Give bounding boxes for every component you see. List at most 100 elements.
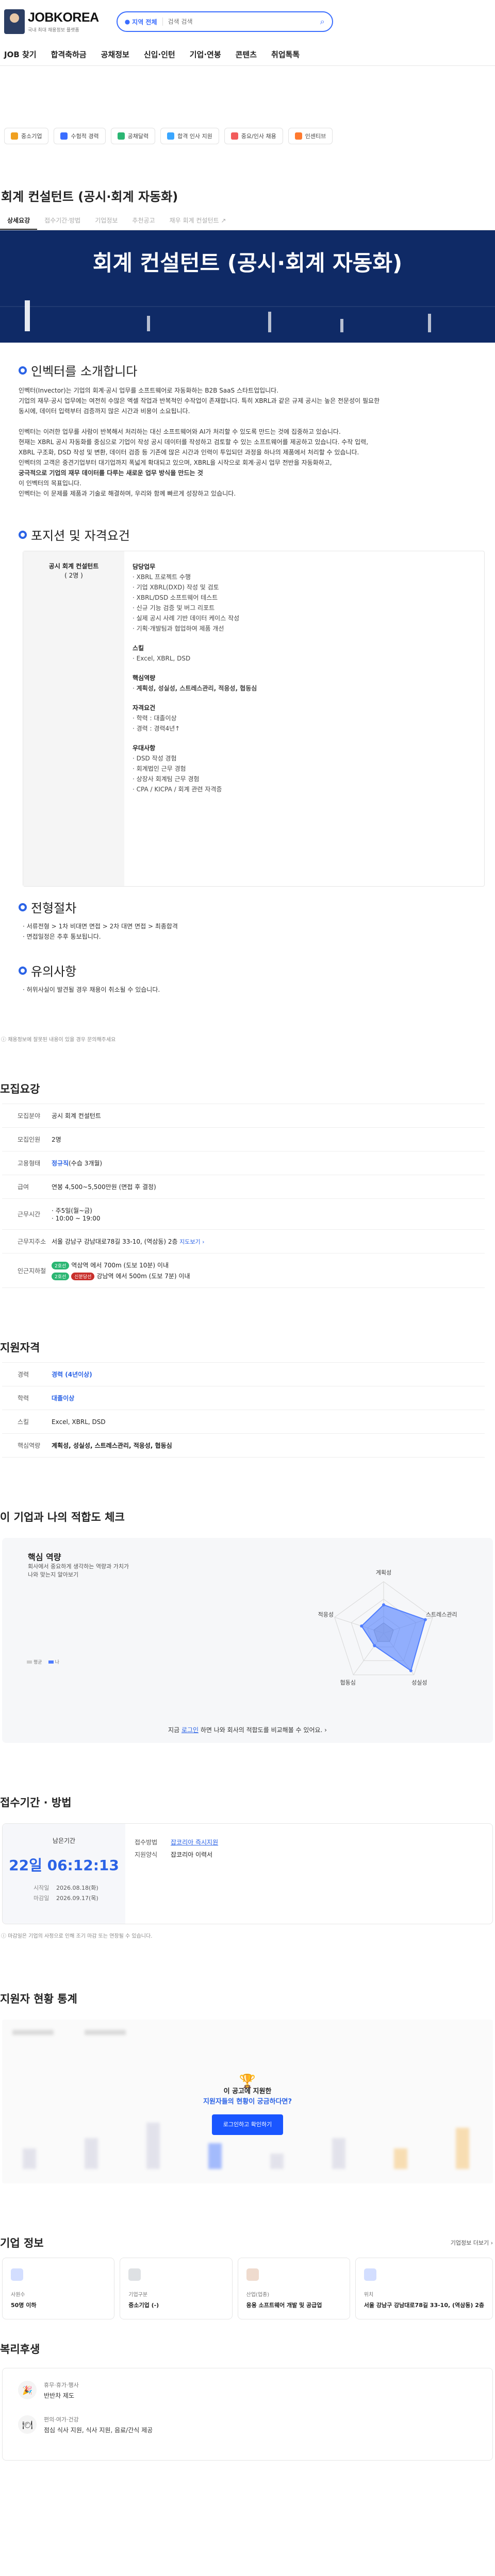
apply-panel: 남은기간 22일 06:12:13 시작일 2026.08.18(화) 마감일 20… — [2, 1823, 493, 1924]
nav-item-0[interactable]: JOB 찾기 — [4, 49, 37, 60]
legend-company: 나 — [48, 1658, 59, 1665]
quick-link-3[interactable]: 합격 인사 지원 — [160, 128, 219, 144]
position-detail-cell: 담당업무 · XBRL 프로젝트 수행 · 기업 XBRL(DXD) 작성 및 검… — [124, 551, 484, 886]
value-line: 서울 강남구 강남대로78길 33-10, (역삼동) 2층 지도보기 › — [52, 1238, 205, 1245]
nav-item-5[interactable]: 콘텐츠 — [236, 49, 257, 60]
subway-line-2: 2호선 신분당선 강남역 에서 500m (도보 7분) 이내 — [52, 1272, 485, 1280]
search-input[interactable] — [168, 18, 315, 25]
report-notice[interactable]: ⓘ 채용정보에 잘못된 내용이 있을 경우 문의해주세요 — [0, 1035, 495, 1043]
quick-link-4[interactable]: 중요/인사 채용 — [224, 128, 283, 144]
quick-link-label: 공채달력 — [127, 133, 149, 140]
bullet-ring-icon — [19, 903, 27, 911]
line-badge: 2호선 — [52, 1273, 70, 1280]
quick-link-icon — [294, 132, 302, 140]
tab-2[interactable]: 기업정보 — [88, 212, 125, 230]
process-text: · 서류전형 > 1차 비대면 면접 > 2차 대면 면접 > 최종합격 · 면… — [23, 923, 178, 940]
list-item: · 기획·개발팀과 협업하여 제품 개선 — [133, 625, 224, 632]
company-more-link[interactable]: 기업정보 더보기 › — [451, 2239, 493, 2247]
search-icon[interactable]: ⌕ — [320, 16, 325, 27]
stats-login-button[interactable]: 로그인하고 확인하기 — [211, 2114, 284, 2135]
card-label: 기업구분 — [128, 2292, 148, 2298]
tab-1[interactable]: 접수기간·방법 — [37, 212, 88, 230]
nav-item-4[interactable]: 기업·연봉 — [190, 49, 221, 60]
table-row: 인근지하철 2호선 역삼역 에서 700m (도보 10분) 이내 2호선 신분당선 강남… — [2, 1253, 485, 1288]
company-card-2[interactable]: 산업(업종) 응용 소프트웨어 개발 및 공급업 — [237, 2258, 350, 2319]
row-value: · 주5일(월~금) · 10:00 ~ 19:00 — [52, 1199, 485, 1229]
map-link[interactable]: 지도보기 › — [178, 1239, 204, 1245]
company-card-1[interactable]: 기업구분중소기업 (-) — [120, 2258, 233, 2319]
company-card-3[interactable]: 위치 서울 강남구 강남대로78길 33-10, (역삼동) 2층 — [355, 2258, 493, 2319]
region-selector[interactable]: ● 지역 전체 — [125, 18, 157, 26]
welfare-text: 편의·여가·건강 점심 식사 지원, 식사 지원, 음료/간식 제공 — [44, 2415, 153, 2434]
row-value: 서울 강남구 강남대로78길 33-10, (역삼동) 2층 지도보기 › — [52, 1230, 485, 1253]
welfare-value: 반반차 제도 — [44, 2392, 75, 2399]
company-info-icon — [11, 2268, 23, 2281]
caution-section: 유의사항 · 허위사실이 발견될 경우 채용이 취소될 수 있습니다. — [0, 961, 495, 995]
fit-login-link[interactable]: 로그인 — [182, 1726, 199, 1734]
quick-link-1[interactable]: 수험적 경력 — [54, 128, 106, 144]
summary-heading: 모집요강 — [0, 1083, 40, 1095]
radar-point — [360, 1624, 364, 1628]
card-value: 중소기업 (-) — [128, 2302, 159, 2309]
countdown-panel: 남은기간 22일 06:12:13 시작일 2026.08.18(화) 마감일 20… — [3, 1824, 125, 1924]
position-heading: 포지션 및 자격요건 — [19, 526, 483, 544]
header: JOBKOREA 국내 최대 채용정보 플랫폼 ● 지역 전체 ⌕ — [0, 0, 495, 43]
row-label: 스킬 — [18, 1418, 29, 1426]
process-heading: 전형절차 — [19, 898, 483, 916]
quick-link-5[interactable]: 인센티브 — [288, 128, 333, 144]
subway-text: 강남역 에서 500m (도보 7분) 이내 — [96, 1273, 190, 1280]
process-section: 전형절차 · 서류전형 > 1차 비대면 면접 > 2차 대면 면접 > 최종합… — [0, 898, 495, 942]
position-section: 포지션 및 자격요건 — [0, 526, 495, 544]
apply-method-link[interactable]: 잡코리아 즉시지원 — [171, 1839, 218, 1846]
welfare-category: 휴무·휴가·행사 — [44, 2382, 79, 2388]
company-card-0[interactable]: 사원수 50명 이하 — [2, 2258, 115, 2319]
intro-text: 인벡터(Invector)는 기업의 회계·공시 업무를 소프트웨어로 자동화하… — [19, 387, 380, 497]
nav-item-2[interactable]: 공채정보 — [101, 49, 129, 60]
list-item: · DSD 작성 경험 — [133, 755, 177, 762]
tab-4[interactable]: 채우 회계 컨설턴트 ↗ — [162, 212, 234, 230]
fit-login-prompt: 지금 로그인 하면 나와 회사의 적합도를 비교해볼 수 있어요. › — [168, 1726, 327, 1734]
trophy-icon: 🏆 — [239, 2074, 256, 2089]
banner-decoration-icon — [0, 300, 495, 332]
employment-type: 정규직 — [52, 1160, 69, 1167]
company-info-icon — [128, 2268, 141, 2281]
main-nav: JOB 찾기 합격축하금 공채정보 신입·인턴 기업·연봉 콘텐츠 취업톡톡 — [0, 43, 495, 66]
tab-0[interactable]: 상세요강 — [0, 212, 38, 230]
row-label: 근무지주소 — [18, 1238, 46, 1245]
table-row: 근무지주소 서울 강남구 강남대로78길 33-10, (역삼동) 2층 지도보기… — [2, 1230, 485, 1253]
tab-3[interactable]: 추천공고 — [125, 212, 162, 230]
table-row: 모집분야 공시 회계 컨설턴트 — [2, 1104, 485, 1128]
nav-item-6[interactable]: 취업톡톡 — [271, 49, 300, 60]
detail-tabs: 상세요강 접수기간·방법 기업정보 추천공고 채우 회계 컨설턴트 ↗ — [0, 212, 495, 230]
quick-link-label: 수험적 경력 — [71, 133, 99, 140]
search-bar: ● 지역 전체 ⌕ — [116, 11, 333, 32]
welfare-icon: 🍽 — [18, 2415, 37, 2434]
stats-heading: 지원자 현황 통계 — [0, 1993, 77, 2005]
period-list: 시작일 2026.08.18(화) 마감일 2026.09.17(목) — [34, 1885, 98, 1902]
row-value: 정규직(수습 3개월) — [52, 1151, 485, 1175]
value-line: 공시 회계 컨설턴트 — [52, 1112, 101, 1120]
list-item: · XBRL/DSD 소프트웨어 테스트 — [133, 594, 218, 601]
nav-item-3[interactable]: 신입·인턴 — [144, 49, 175, 60]
radar-point — [382, 1603, 385, 1606]
row-label: 근무시간 — [18, 1211, 41, 1218]
quick-link-label: 중요/인사 채용 — [241, 133, 276, 140]
welfare-row-0: 🎉 휴무·휴가·행사 반반차 제도 — [18, 2381, 477, 2400]
row-value: 경력 (4년이상) — [52, 1371, 92, 1378]
logo[interactable]: JOBKOREA 국내 최대 채용정보 플랫폼 — [4, 9, 99, 34]
welfare-value: 점심 식사 지원, 식사 지원, 음료/간식 제공 — [44, 2427, 153, 2434]
fit-panel: 핵심 역량 회사에서 중요하게 생각하는 역량과 가치가 나와 맞는지 알아보기… — [2, 1538, 493, 1743]
countdown-value: 22일 06:12:13 — [9, 1857, 119, 1874]
row-label: 모집분야 — [18, 1112, 41, 1120]
value-line: · 10:00 ~ 19:00 — [52, 1215, 101, 1222]
table-row: 학력 대졸이상 — [2, 1386, 485, 1410]
radar-legend: 평균 나 — [27, 1658, 59, 1665]
quick-link-2[interactable]: 공채달력 — [110, 128, 156, 144]
value-line: 2명 — [52, 1136, 61, 1143]
table-row: 경력 경력 (4년이상) — [2, 1363, 485, 1386]
nav-item-1[interactable]: 합격축하금 — [51, 49, 87, 60]
divider — [162, 18, 163, 26]
value-line: 연봉 4,500~5,500만원 (면접 후 결정) — [52, 1183, 156, 1191]
quick-link-0[interactable]: 중소기업 — [4, 128, 49, 144]
radar-axis-label: 계획성 — [376, 1569, 391, 1576]
